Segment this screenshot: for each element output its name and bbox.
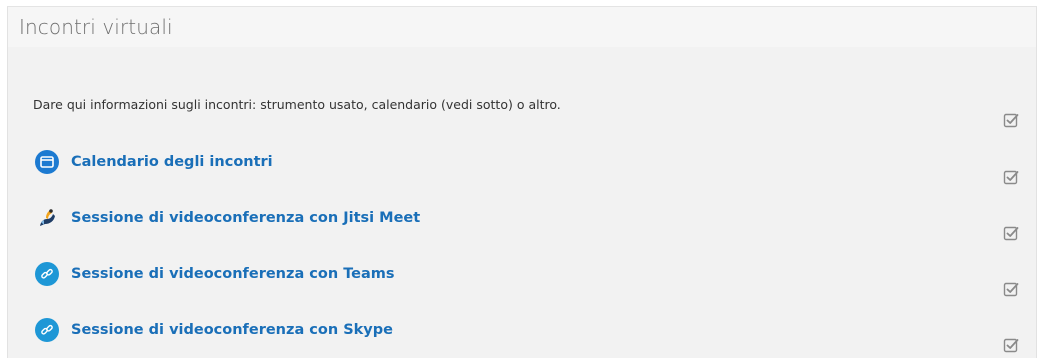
- completion-checkbox-skype[interactable]: [1003, 337, 1019, 353]
- link-icon: [35, 262, 59, 286]
- completion-checkbox-teams[interactable]: [1003, 281, 1019, 297]
- activity-calendar[interactable]: Calendario degli incontri: [35, 148, 273, 176]
- activity-link-skype[interactable]: Sessione di videoconferenza con Skype: [71, 322, 393, 338]
- activity-link-teams[interactable]: Sessione di videoconferenza con Teams: [71, 266, 395, 282]
- section-title: Incontri virtuali: [19, 15, 173, 39]
- completion-checkbox-jitsi[interactable]: [1003, 225, 1019, 241]
- link-icon: [35, 318, 59, 342]
- activity-jitsi[interactable]: Sessione di videoconferenza con Jitsi Me…: [35, 204, 420, 232]
- section-header: Incontri virtuali: [8, 7, 1036, 47]
- section-incontri-virtuali: Incontri virtuali Dare qui informazioni …: [7, 6, 1037, 358]
- jitsi-icon: [35, 206, 59, 230]
- activity-link-calendar[interactable]: Calendario degli incontri: [71, 154, 273, 170]
- activity-link-jitsi[interactable]: Sessione di videoconferenza con Jitsi Me…: [71, 210, 420, 226]
- activity-teams[interactable]: Sessione di videoconferenza con Teams: [35, 260, 395, 288]
- section-summary: Dare qui informazioni sugli incontri: st…: [33, 97, 561, 112]
- calendar-icon: [35, 150, 59, 174]
- completion-checkbox-summary[interactable]: [1003, 112, 1019, 128]
- activity-skype[interactable]: Sessione di videoconferenza con Skype: [35, 316, 393, 344]
- completion-checkbox-calendar[interactable]: [1003, 169, 1019, 185]
